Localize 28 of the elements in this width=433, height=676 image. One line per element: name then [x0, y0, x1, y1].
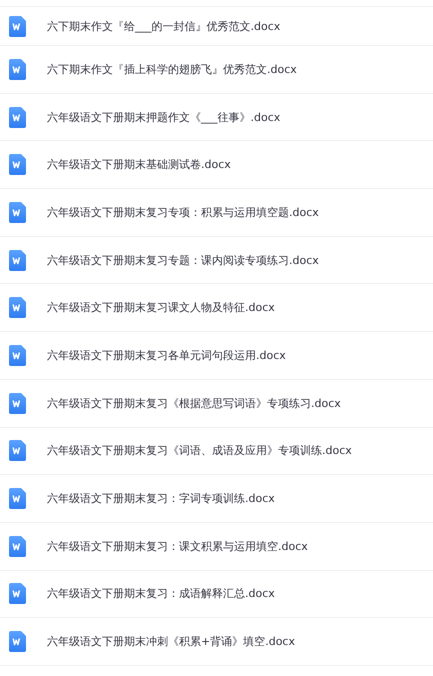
document-icon	[9, 583, 26, 604]
file-name[interactable]: 六年级语文下册期末复习：成语解释汇总.docx	[47, 586, 275, 602]
file-name[interactable]: 六年级语文下册期末押题作文《___往事》.docx	[47, 110, 280, 125]
document-icon	[9, 631, 26, 652]
file-name[interactable]: 六年级语文下册期末复习：字词专项训练.docx	[47, 491, 275, 506]
file-name[interactable]: 六年级语文下册期末冲刺《积累+背诵》填空.docx	[47, 634, 295, 650]
document-icon	[9, 297, 26, 318]
file-name[interactable]: 六年级语文下册期末复习课文人物及特征.docx	[47, 300, 275, 316]
file-name[interactable]: 六年级语文下册期末复习：课文积累与运用填空.docx	[47, 538, 308, 554]
file-name[interactable]: 六年级语文下册期末复习各单元词句段运用.docx	[47, 348, 286, 363]
document-icon	[9, 202, 26, 223]
file-name[interactable]: 六下期末作文『插上科学的翅膀飞』优秀范文.docx	[47, 62, 297, 77]
document-icon	[9, 16, 26, 36]
document-icon	[9, 250, 26, 271]
document-icon	[9, 536, 26, 557]
document-icon	[9, 154, 26, 176]
document-icon	[9, 488, 26, 510]
document-icon	[9, 344, 26, 366]
document-icon	[9, 392, 26, 414]
document-icon	[9, 58, 26, 80]
document-icon	[9, 106, 26, 128]
file-name[interactable]: 六下期末作文『给___的一封信』优秀范文.docx	[47, 18, 280, 34]
file-name[interactable]: 六年级语文下册期末复习《词语、成语及应用》专项训练.docx	[47, 443, 352, 458]
file-name[interactable]: 六年级语文下册期末基础测试卷.docx	[47, 157, 231, 172]
file-name[interactable]: 六年级语文下册期末复习专题：课内阅读专项练习.docx	[47, 252, 319, 268]
document-icon	[9, 440, 26, 462]
file-name[interactable]: 六年级语文下册期末复习《根据意思写词语》专项练习.docx	[47, 396, 341, 411]
file-name[interactable]: 六年级语文下册期末复习专项：积累与运用填空题.docx	[47, 204, 319, 220]
